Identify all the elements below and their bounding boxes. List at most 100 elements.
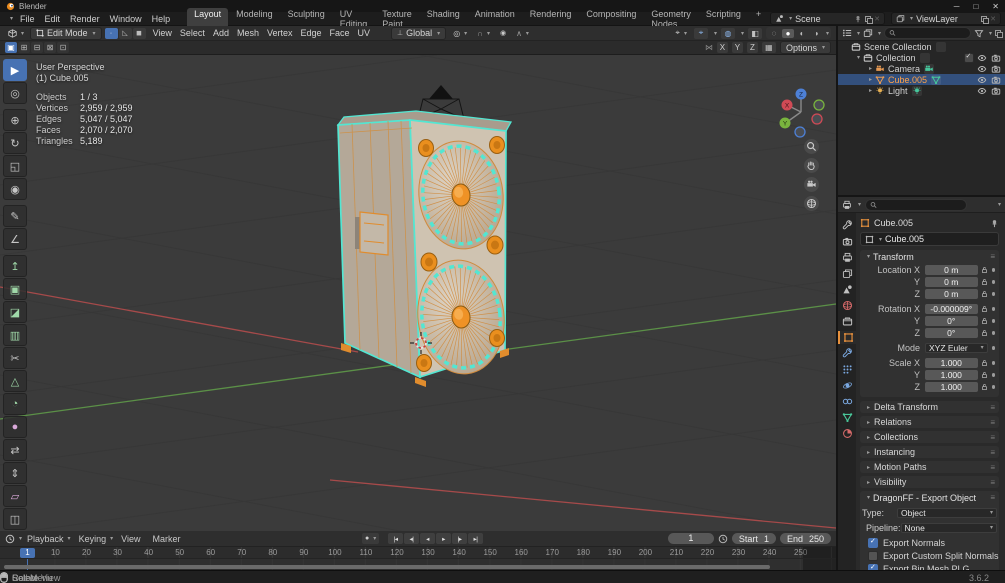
overlays-toggle[interactable]: ◍ — [720, 27, 735, 39]
lock-icon[interactable] — [981, 266, 988, 274]
zoom-icon[interactable] — [804, 139, 819, 154]
animate-dot[interactable] — [991, 345, 995, 350]
solid-shading-button[interactable]: ● — [781, 28, 794, 38]
app-menu-item[interactable]: Render — [65, 13, 105, 25]
value-field[interactable]: 0 m — [925, 264, 978, 275]
app-menu-item[interactable]: File — [15, 13, 40, 25]
options-dropdown[interactable]: Options ▾ — [779, 41, 831, 54]
transport-button[interactable]: ▸| — [468, 533, 483, 544]
tool-button[interactable]: ▶ — [3, 59, 27, 81]
lock-icon[interactable] — [981, 290, 988, 298]
export-type-select[interactable]: Object ▾ — [897, 507, 997, 518]
viewport-menu-item[interactable]: Face — [326, 28, 354, 38]
camera-view-icon[interactable] — [804, 177, 819, 192]
outliner-item-label[interactable]: Camera — [888, 64, 920, 74]
select-option-button[interactable]: ▣ — [5, 42, 17, 53]
expand-arrow-icon[interactable]: ▸ — [866, 65, 875, 72]
proportional-edit-button[interactable]: ◉ — [497, 28, 509, 39]
transport-button[interactable]: ◂| — [404, 533, 419, 544]
mirror-y-button[interactable]: Y — [731, 42, 743, 53]
tool-button[interactable]: ↻ — [3, 132, 27, 154]
outliner-item-label[interactable]: Scene Collection — [864, 42, 932, 52]
transport-button[interactable]: ◂ — [420, 533, 435, 544]
hide-eye-icon[interactable] — [977, 86, 987, 96]
editor-type-button[interactable]: ▾ — [5, 28, 27, 39]
outliner-row[interactable]: Scene Collection — [838, 41, 1005, 52]
collapsed-section[interactable]: ▸ Visibility ≡ — [860, 476, 999, 488]
transport-button[interactable]: ▸ — [436, 533, 451, 544]
use-preview-range-icon[interactable] — [718, 534, 728, 544]
disable-render-icon[interactable] — [991, 75, 1001, 85]
rendered-shading-button[interactable]: ◑ — [810, 29, 822, 38]
xray-toggle[interactable]: ◧ — [747, 27, 762, 39]
select-option-button[interactable]: ⊟ — [31, 42, 43, 53]
outliner-display-mode-icon[interactable] — [842, 28, 852, 38]
tool-button[interactable]: ⇕ — [3, 462, 27, 484]
wireframe-shading-button[interactable]: ◌ — [768, 29, 780, 38]
snap-proportional-icon[interactable]: ▦ — [761, 42, 776, 53]
properties-search[interactable] — [865, 198, 968, 211]
proportional-falloff-button[interactable]: ∧ ▾ — [513, 28, 532, 39]
filter-funnel-icon[interactable] — [974, 29, 984, 38]
expand-arrow-icon[interactable]: ▸ — [866, 87, 875, 94]
collapsed-section[interactable]: ▸ Instancing ≡ — [860, 446, 999, 458]
property-tab[interactable] — [838, 219, 856, 232]
tool-button[interactable]: ▣ — [3, 278, 27, 300]
checkbox-row[interactable]: Export Custom Split Normals — [868, 549, 999, 562]
tool-button[interactable]: ◎ — [3, 82, 27, 104]
lock-icon[interactable] — [981, 359, 988, 367]
property-tab[interactable] — [838, 235, 856, 248]
lock-icon[interactable] — [981, 329, 988, 337]
outliner-row[interactable]: ▸ Cube.005 — [838, 74, 1005, 85]
outliner-filter-mode-icon[interactable] — [863, 28, 873, 38]
grip-icon[interactable]: ≡ — [990, 478, 995, 487]
checkbox[interactable] — [868, 550, 878, 561]
frame-end-field[interactable]: End 250 — [779, 533, 831, 544]
view-layer-selector[interactable]: ▾ ViewLayer ✕ — [891, 12, 1001, 25]
animate-dot[interactable] — [991, 330, 995, 335]
app-menu-item[interactable]: Help — [147, 13, 176, 25]
lock-icon[interactable] — [981, 278, 988, 286]
viewport-menu-item[interactable]: UV — [354, 28, 375, 38]
pivot-point-button[interactable]: ◎ ▾ — [450, 28, 470, 39]
animate-dot[interactable] — [991, 384, 995, 389]
lock-icon[interactable] — [981, 371, 988, 379]
value-field[interactable]: 0° — [925, 327, 978, 338]
viewport-menu-item[interactable]: View — [149, 28, 176, 38]
outliner-item-label[interactable]: Collection — [876, 53, 916, 63]
delete-scene-icon[interactable]: ✕ — [874, 15, 880, 23]
disable-render-icon[interactable] — [991, 86, 1001, 96]
hide-eye-icon[interactable] — [977, 75, 987, 85]
value-field[interactable]: 1.000 — [925, 369, 978, 380]
timeline-menu-item[interactable]: Playback ▾ — [24, 533, 74, 544]
animate-dot[interactable] — [991, 291, 995, 296]
timeline-menu-item[interactable]: Marker — [149, 533, 187, 544]
tool-button[interactable]: ✎ — [3, 205, 27, 227]
tool-button[interactable]: ◪ — [3, 301, 27, 323]
outliner-item-label[interactable]: Light — [888, 86, 908, 96]
transform-orientation[interactable]: ⊥ Global ▾ — [391, 26, 447, 40]
collapsed-section[interactable]: ▸ Delta Transform ≡ — [860, 401, 999, 413]
property-tab[interactable] — [838, 267, 856, 280]
animate-dot[interactable] — [991, 267, 995, 272]
tool-button[interactable]: ⊕ — [3, 109, 27, 131]
tool-button[interactable]: △ — [3, 370, 27, 392]
animate-dot[interactable] — [991, 318, 995, 323]
value-field[interactable]: 0 m — [925, 288, 978, 299]
value-field[interactable]: 0° — [925, 315, 978, 326]
viewport-menu-item[interactable]: Mesh — [233, 28, 263, 38]
checkbox-row[interactable]: Export Bin Mesh PLG — [868, 562, 999, 570]
perspective-toggle-icon[interactable] — [804, 196, 819, 211]
current-frame-field[interactable]: 1 — [667, 533, 714, 544]
transform-panel-header[interactable]: ▾ Transform ≡ — [860, 250, 999, 263]
tool-button[interactable]: ▥ — [3, 324, 27, 346]
grip-icon[interactable]: ≡ — [990, 448, 995, 457]
grip-icon[interactable]: ≡ — [990, 493, 995, 502]
breadcrumb-object[interactable]: Cube.005 — [874, 218, 913, 228]
grip-icon[interactable]: ≡ — [990, 463, 995, 472]
property-tab[interactable] — [838, 379, 856, 392]
properties-editor-icon[interactable] — [842, 200, 852, 210]
properties-search-input[interactable] — [880, 200, 963, 209]
select-option-button[interactable]: ⊡ — [57, 42, 69, 53]
select-option-button[interactable]: ⊞ — [18, 42, 30, 53]
